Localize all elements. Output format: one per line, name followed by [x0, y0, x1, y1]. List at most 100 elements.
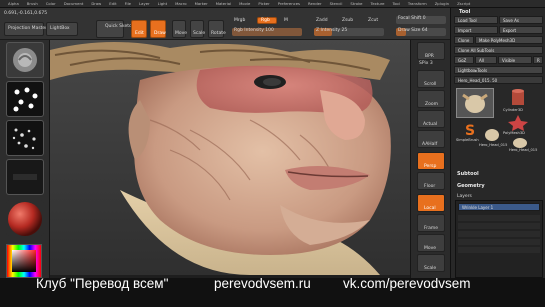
- menu-item-alpha[interactable]: Alpha: [8, 1, 19, 6]
- lightbox-button[interactable]: LightBox: [46, 22, 78, 36]
- menu-item-color[interactable]: Color: [46, 1, 56, 6]
- simplebrush-icon: S: [465, 123, 475, 139]
- z-intensity-slider[interactable]: Z Intensity 25: [314, 28, 384, 36]
- m-toggle[interactable]: M: [284, 18, 288, 24]
- tool-thumb-hero-head-3[interactable]: [509, 134, 531, 148]
- r-button[interactable]: R: [533, 56, 543, 64]
- move-button[interactable]: Move: [172, 20, 187, 38]
- menu-item-light[interactable]: Light: [158, 1, 167, 6]
- subtitle-bar: Клуб "Перевод всем" perevodvsem.ru vk.co…: [0, 276, 545, 307]
- material-thumbnail[interactable]: [6, 200, 44, 236]
- site-caption: perevodvsem.ru: [214, 276, 311, 291]
- tool-thumb-hero-head-2[interactable]: [481, 126, 503, 142]
- color-picker[interactable]: [6, 244, 42, 278]
- all-button[interactable]: All: [475, 56, 497, 64]
- quick-sketch-button[interactable]: Quick Sketch: [96, 20, 134, 38]
- menu-item-layer[interactable]: Layer: [139, 1, 150, 6]
- menu-item-document[interactable]: Document: [64, 1, 84, 6]
- menu-item-picker[interactable]: Picker: [258, 1, 269, 6]
- subtool-header[interactable]: Subtool: [457, 172, 479, 177]
- menu-item-render[interactable]: Render: [308, 1, 322, 6]
- menu-item-transform[interactable]: Transform: [408, 1, 427, 6]
- layer-item[interactable]: Wrinkle Layer 1: [458, 203, 540, 211]
- sculpt-model: [50, 40, 410, 275]
- goz-button[interactable]: GoZ: [454, 56, 474, 64]
- save-as-button[interactable]: Save As: [499, 16, 543, 24]
- clone-button[interactable]: Clone: [454, 36, 474, 44]
- brush-standard-thumbnail[interactable]: [6, 42, 44, 78]
- rotate-button[interactable]: Rotate: [208, 20, 226, 38]
- tool-thumb-hero-head[interactable]: [456, 88, 494, 118]
- rgb-intensity-slider[interactable]: Rgb Intensity 100: [232, 28, 302, 36]
- persp-button[interactable]: Persp: [417, 152, 445, 170]
- zadd-toggle[interactable]: Zadd: [316, 18, 328, 24]
- menu-item-marker[interactable]: Marker: [195, 1, 208, 6]
- local-button[interactable]: Local: [417, 194, 445, 212]
- tool-thumb-polymesh[interactable]: [503, 114, 533, 132]
- menu-item-zplugin[interactable]: Zplugin: [435, 1, 449, 6]
- tool-thumb-cylinder[interactable]: [503, 88, 533, 108]
- scroll-button[interactable]: Scroll: [417, 70, 445, 88]
- menu-item-draw[interactable]: Draw: [91, 1, 101, 6]
- move-view-button[interactable]: Move: [417, 234, 445, 252]
- menu-item-texture[interactable]: Texture: [371, 1, 385, 6]
- aahalf-button[interactable]: AAHalf: [417, 130, 445, 148]
- visible-button[interactable]: Visible: [498, 56, 532, 64]
- polymesh-star-icon: [508, 115, 528, 131]
- svg-text:S: S: [465, 123, 475, 138]
- lightbox-tools-button[interactable]: Lightbox▸Tools: [454, 66, 543, 74]
- export-button[interactable]: Export: [499, 26, 543, 34]
- brush-icon: [13, 48, 37, 72]
- tool-thumb-simplebrush[interactable]: S: [456, 120, 484, 139]
- dots-stroke-icon: [13, 87, 38, 112]
- draw-button[interactable]: Draw: [150, 20, 166, 38]
- geometry-header[interactable]: Geometry: [457, 184, 485, 189]
- mrgb-toggle[interactable]: Mrgb: [234, 18, 245, 24]
- spix-label[interactable]: SPix 3: [419, 61, 433, 67]
- scale-button[interactable]: Scale: [190, 20, 205, 38]
- menu-item-stroke[interactable]: Stroke: [350, 1, 362, 6]
- tool-label-hero-head-3: Hero_Head_015: [509, 148, 538, 152]
- menu-item-zscript[interactable]: Zscript: [457, 1, 470, 6]
- tool-label-cylinder: Cylinder3D: [503, 108, 523, 112]
- menu-item-movie[interactable]: Movie: [239, 1, 250, 6]
- menu-item-material[interactable]: Material: [216, 1, 231, 6]
- focal-shift-slider[interactable]: Focal Shift 0: [396, 16, 446, 24]
- layers-header[interactable]: Layers: [457, 194, 472, 200]
- stroke-dots-thumbnail[interactable]: [6, 81, 44, 117]
- menu-item-brush[interactable]: Brush: [27, 1, 38, 6]
- menu-item-macro[interactable]: Macro: [175, 1, 187, 6]
- texture-thumbnail[interactable]: [6, 159, 44, 195]
- scale-view-button[interactable]: Scale: [417, 254, 445, 272]
- skull-head-icon: [485, 129, 499, 141]
- edit-button[interactable]: Edit: [131, 20, 147, 38]
- menu-item-tool[interactable]: Tool: [392, 1, 399, 6]
- zoom-button[interactable]: Zoom: [417, 90, 445, 108]
- menu-bar: Alpha Brush Color Document Draw Edit File Layer…: [0, 0, 545, 8]
- draw-size-slider[interactable]: Draw Size 64: [396, 28, 446, 36]
- menu-item-preferences[interactable]: Preferences: [278, 1, 300, 6]
- alpha-thumbnail[interactable]: [6, 120, 44, 156]
- left-shelf: Gradient: [0, 40, 50, 307]
- actual-button[interactable]: Actual: [417, 110, 445, 128]
- make-polymesh-button[interactable]: Make PolyMesh3D: [475, 36, 543, 44]
- bpr-button[interactable]: BPR: [417, 42, 445, 60]
- current-tool-slider[interactable]: Hero_Head_015. 50: [454, 76, 543, 84]
- projection-master-button[interactable]: Projection Master: [4, 22, 47, 36]
- load-tool-button[interactable]: Load Tool: [454, 16, 498, 24]
- floor-button[interactable]: Floor: [417, 172, 445, 190]
- import-button[interactable]: Import: [454, 26, 498, 34]
- tool-panel-title: Tool: [459, 9, 471, 15]
- rgb-toggle[interactable]: Rgb: [257, 17, 277, 24]
- skull-head-icon: [462, 93, 488, 113]
- menu-item-stencil[interactable]: Stencil: [330, 1, 343, 6]
- zsub-toggle[interactable]: Zsub: [342, 18, 353, 24]
- clone-all-subtools-button[interactable]: Clone All SubTools: [454, 46, 543, 54]
- zcut-toggle[interactable]: Zcut: [368, 18, 378, 24]
- menu-item-edit[interactable]: Edit: [109, 1, 116, 6]
- frame-button[interactable]: Frame: [417, 214, 445, 232]
- menu-item-file[interactable]: File: [125, 1, 131, 6]
- viewport-canvas[interactable]: [50, 40, 410, 275]
- right-shelf: BPR SPix 3 Scroll Zoom Actual AAHalf Per…: [410, 40, 450, 307]
- cylinder-icon: [512, 89, 524, 105]
